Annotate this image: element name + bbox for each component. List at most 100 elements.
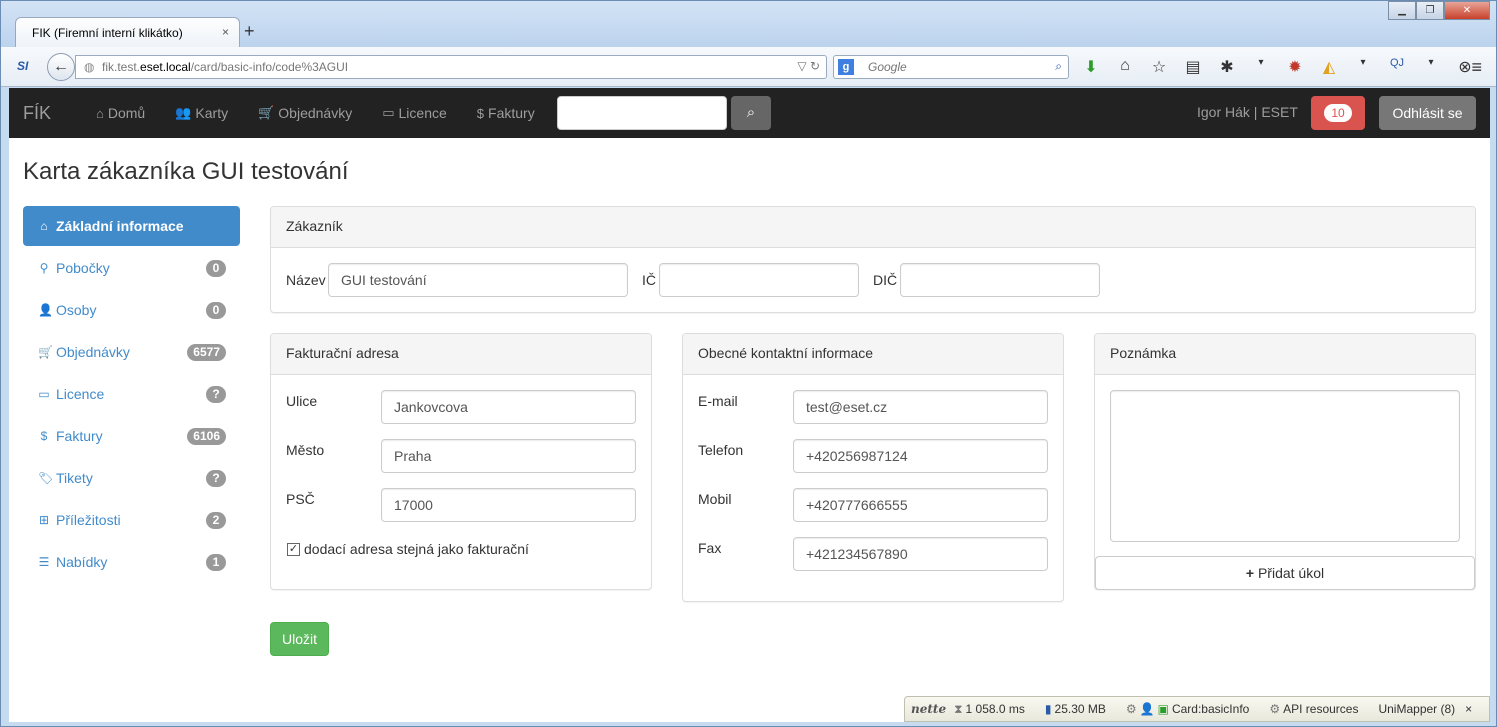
add-task-button[interactable]: + Přidat úkol	[1095, 556, 1475, 590]
tags-icon: 🏷	[38, 471, 54, 485]
qj-icon[interactable]: QJ	[1387, 57, 1407, 77]
same-address-label[interactable]: dodací adresa stejná jako fakturační	[304, 541, 529, 557]
sidebar-item-label: Tikety	[56, 470, 93, 486]
app-search-input[interactable]	[557, 96, 727, 130]
browser-search-input[interactable]: g Google ⌕	[833, 55, 1069, 79]
email-input[interactable]: test@eset.cz	[793, 390, 1048, 424]
sidebar-item-invoices[interactable]: $ Faktury 6106	[23, 416, 240, 456]
dollar-icon: $	[40, 429, 48, 443]
name-input[interactable]: GUI testování	[328, 263, 628, 297]
time-value: 1 058.0 ms	[965, 701, 1025, 716]
nav-cards[interactable]: 👥 Karty	[160, 88, 243, 138]
dropdown-arrow-icon[interactable]: ▽	[797, 59, 806, 73]
memory-item[interactable]: ▮ 25.30 MB	[1045, 702, 1116, 716]
street-input[interactable]: Jankovcova	[381, 390, 636, 424]
bookmark-star-icon[interactable]: ☆	[1149, 57, 1169, 77]
chrome-icon[interactable]: ◭	[1319, 57, 1339, 77]
sidebar-item-licences[interactable]: ▭ Licence ?	[23, 374, 240, 414]
sidebar-item-label: Příležitosti	[56, 512, 121, 528]
reload-icon[interactable]: ↻	[810, 59, 820, 73]
mobile-input[interactable]: +420777666555	[793, 488, 1048, 522]
dropdown-arrow-icon[interactable]: ▾	[1353, 57, 1373, 77]
api-item[interactable]: ⚙ API resources	[1269, 702, 1368, 716]
nav-label: Licence	[398, 105, 447, 121]
app-brand[interactable]: FÍK	[23, 103, 51, 124]
current-user[interactable]: Igor Hák | ESET	[1197, 104, 1298, 120]
sidebar-item-label: Nabídky	[56, 554, 108, 570]
laptop-icon: ▭	[382, 105, 395, 120]
home-icon[interactable]: ⌂	[1115, 57, 1135, 77]
notifications-button[interactable]: 10	[1311, 96, 1365, 130]
ic-input[interactable]	[659, 263, 859, 297]
notifications-badge: 10	[1324, 104, 1352, 122]
sidebar-item-opportunities[interactable]: ⊞ Příležitosti 2	[23, 500, 240, 540]
count-badge: 6577	[187, 344, 226, 361]
globe-icon: ◍	[84, 60, 95, 74]
email-label: E-mail	[698, 393, 738, 409]
new-tab-button[interactable]: +	[244, 21, 255, 42]
count-badge: 6106	[187, 428, 226, 445]
bookmarks-list-icon[interactable]: ▤	[1183, 57, 1203, 77]
presenter-item[interactable]: ▣ Card:basicInfo	[1158, 702, 1260, 716]
time-item[interactable]: ⧗ 1 058.0 ms	[954, 702, 1035, 717]
panel-heading: Poznámka	[1095, 334, 1475, 375]
hourglass-icon: ⧗	[954, 701, 963, 716]
contact-info-panel: Obecné kontaktní informace E-mail test@e…	[682, 333, 1064, 602]
browser-toolbar: SI ← ◍ fik.test.eset.local/card/basic-in…	[1, 47, 1496, 87]
addon-icon[interactable]: ✹	[1285, 57, 1305, 77]
toolbar-icons: ⬇ ⌂ ☆ ▤ ✱ ▾ ✹ ◭ ▾ QJ ▾ ⊗	[1081, 57, 1475, 77]
tab-close-icon[interactable]: ×	[222, 25, 229, 39]
firebug-icon[interactable]: ✱	[1217, 57, 1237, 77]
nav-orders[interactable]: 🛒 Objednávky	[243, 88, 367, 138]
customer-panel: Zákazník Název GUI testování IČ DIČ	[270, 206, 1476, 313]
sidebar-item-basic-info[interactable]: ⌂ Základní informace	[23, 206, 240, 246]
browser-window: FIK (Firemní interní klikátko) × + ▁ ❐ ✕…	[0, 0, 1497, 727]
logout-button[interactable]: Odhlásit se	[1379, 96, 1476, 130]
zip-label: PSČ	[286, 491, 315, 507]
sidebar-item-offers[interactable]: ☰ Nabídky 1	[23, 542, 240, 582]
search-placeholder: Google	[868, 60, 907, 74]
minimize-button[interactable]: ▁	[1388, 1, 1416, 20]
back-button[interactable]: ←	[47, 53, 75, 81]
site-identity-icon[interactable]: SI	[17, 59, 28, 73]
browser-menu-icon[interactable]: ≡	[1471, 57, 1482, 78]
settings-icon[interactable]: ⚙	[1126, 702, 1137, 716]
maximize-button[interactable]: ❐	[1416, 1, 1444, 20]
city-input[interactable]: Praha	[381, 439, 636, 473]
url-bar[interactable]: ◍ fik.test.eset.local/card/basic-info/co…	[75, 55, 827, 79]
zip-input[interactable]: 17000	[381, 488, 636, 522]
phone-input[interactable]: +420256987124	[793, 439, 1048, 473]
save-button[interactable]: Uložit	[270, 622, 329, 656]
google-icon[interactable]: g	[838, 59, 854, 75]
ic-label: IČ	[642, 272, 656, 288]
page-viewport: FÍK ⌂ Domů 👥 Karty 🛒 Objednávky ▭ Licence $ F…	[9, 88, 1490, 722]
sidebar-item-branches[interactable]: ⚲ Pobočky 0	[23, 248, 240, 288]
search-icon[interactable]: ⌕	[1055, 59, 1062, 74]
browser-tab[interactable]: FIK (Firemní interní klikátko) ×	[15, 17, 240, 47]
nav-invoices[interactable]: $ Faktury	[462, 88, 550, 138]
dropdown-arrow-icon[interactable]: ▾	[1251, 57, 1271, 77]
user-icon[interactable]: 👤	[1140, 702, 1155, 716]
nav-licences[interactable]: ▭ Licence	[367, 88, 462, 138]
sidebar-item-label: Osoby	[56, 302, 97, 318]
dic-input[interactable]	[900, 263, 1100, 297]
same-address-checkbox[interactable]: ✓	[287, 543, 300, 556]
app-search-button[interactable]: ⌕	[731, 96, 771, 130]
fax-input[interactable]: +421234567890	[793, 537, 1048, 571]
sitemap-icon: ⊞	[38, 513, 50, 527]
sidebar-item-orders[interactable]: 🛒 Objednávky 6577	[23, 332, 240, 372]
close-icon[interactable]: ×	[1465, 702, 1472, 716]
dropdown-arrow-icon[interactable]: ▾	[1421, 57, 1441, 77]
sidebar-item-tickets[interactable]: 🏷 Tikety ?	[23, 458, 240, 498]
count-badge: 2	[206, 512, 226, 529]
sidebar-item-label: Objednávky	[56, 344, 130, 360]
search-icon: ⌕	[746, 104, 756, 121]
mapper-item[interactable]: UniMapper (8)	[1378, 702, 1455, 716]
download-icon[interactable]: ⬇	[1081, 57, 1101, 77]
note-textarea[interactable]	[1110, 390, 1460, 542]
sidebar-item-persons[interactable]: 👤 Osoby 0	[23, 290, 240, 330]
nav-home[interactable]: ⌂ Domů	[81, 88, 160, 138]
nette-logo[interactable]: nette	[911, 702, 946, 716]
close-window-button[interactable]: ✕	[1444, 1, 1490, 20]
sidebar-nav: ⌂ Základní informace ⚲ Pobočky 0 👤 Osoby…	[23, 206, 240, 584]
